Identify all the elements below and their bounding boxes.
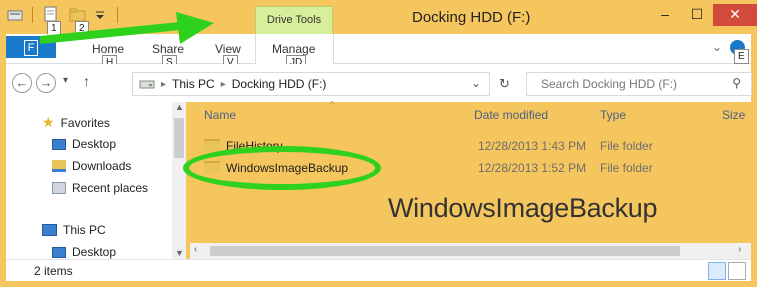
recent-places-icon (52, 182, 66, 194)
forward-button[interactable]: → (36, 73, 56, 93)
breadcrumb-this-pc[interactable]: This PC (172, 77, 215, 91)
nav-recent-label: Recent places (72, 181, 149, 195)
file-date: 12/28/2013 1:43 PM (478, 139, 587, 153)
drive-icon (139, 80, 155, 89)
nav-item-pc-desktop[interactable]: Desktop (52, 245, 116, 259)
keytip-e: E (734, 49, 749, 64)
column-header-name[interactable]: Name (204, 108, 236, 122)
column-header-size[interactable]: Size (722, 108, 745, 122)
scroll-up-icon[interactable]: ▲ (175, 102, 184, 112)
expand-ribbon-icon[interactable]: ⌄ (712, 40, 722, 54)
column-header-type[interactable]: Type (600, 108, 626, 122)
search-placeholder: Search Docking HDD (F:) (541, 77, 678, 91)
details-view-icon[interactable] (708, 262, 726, 280)
address-dropdown-icon[interactable]: ⌄ (471, 76, 481, 90)
sort-ascending-icon: ^ (330, 100, 334, 109)
file-date: 12/28/2013 1:52 PM (478, 161, 587, 175)
file-type: File folder (600, 161, 653, 175)
navigation-bar: ← → ▾ ↑ ▸ This PC ▸ Docking HDD (F:) ⌄ ↻… (6, 64, 752, 102)
scroll-down-icon[interactable]: ▼ (175, 248, 184, 258)
scroll-left-icon[interactable]: ‹ (194, 244, 197, 255)
nav-favorites[interactable]: ★ Favorites (42, 114, 110, 131)
downloads-icon (52, 160, 66, 172)
star-icon: ★ (42, 114, 55, 130)
window-title: Docking HDD (F:) (412, 9, 531, 26)
search-icon[interactable]: ⚲ (732, 76, 741, 90)
up-button[interactable]: ↑ (83, 73, 90, 89)
callout-label: WindowsImageBackup (388, 193, 658, 223)
address-bar[interactable]: ▸ This PC ▸ Docking HDD (F:) ⌄ (132, 72, 490, 96)
maximize-button[interactable]: ☐ (681, 4, 713, 26)
desktop-icon (52, 246, 66, 258)
breadcrumb-docking-hdd[interactable]: Docking HDD (F:) (232, 77, 327, 91)
filelist-hscrollbar[interactable]: ‹ › (190, 243, 751, 259)
folder-icon (204, 139, 220, 151)
refresh-icon[interactable]: ↻ (499, 76, 510, 92)
minimize-button[interactable]: – (649, 4, 681, 26)
breadcrumb-separator: ▸ (220, 78, 226, 90)
drive-tools-context-tab[interactable]: Drive Tools (255, 6, 333, 34)
nav-this-pc[interactable]: This PC (42, 223, 106, 237)
nav-thispc-label: This PC (63, 223, 106, 237)
breadcrumb-separator: ▸ (161, 78, 167, 90)
nav-pc-desktop-label: Desktop (72, 245, 117, 259)
navpane-scrollbar[interactable]: ▲ ▼ (172, 102, 186, 260)
column-header-date[interactable]: Date modified (474, 108, 548, 122)
nav-downloads-label: Downloads (72, 159, 132, 173)
annotation-arrow-icon (39, 12, 214, 44)
large-icons-view-icon[interactable] (728, 262, 746, 280)
navigation-pane: ★ Favorites Desktop Downloads Recent pla… (6, 102, 186, 260)
nav-desktop-label: Desktop (72, 137, 117, 151)
close-button[interactable]: ✕ (713, 4, 757, 26)
back-button[interactable]: ← (12, 73, 32, 93)
nav-item-desktop[interactable]: Desktop (52, 137, 116, 151)
file-type: File folder (600, 139, 653, 153)
nav-favorites-label: Favorites (60, 115, 110, 130)
status-bar: 2 items (6, 259, 751, 281)
tab-manage[interactable]: Manage JD (272, 42, 316, 70)
tab-manage-label: Manage (272, 42, 316, 56)
nav-item-recent-places[interactable]: Recent places (52, 181, 148, 195)
search-box[interactable]: Search Docking HDD (F:) ⚲ (526, 72, 752, 96)
computer-icon (42, 224, 57, 236)
desktop-icon (52, 138, 66, 150)
nav-item-downloads[interactable]: Downloads (52, 159, 131, 173)
recent-locations-icon[interactable]: ▾ (63, 75, 68, 86)
scroll-right-icon[interactable]: › (738, 244, 741, 255)
navpane-scroll-thumb[interactable] (174, 118, 184, 158)
item-count: 2 items (34, 264, 73, 278)
hscroll-thumb[interactable] (210, 246, 680, 256)
annotation-highlight-ellipse (183, 146, 381, 190)
